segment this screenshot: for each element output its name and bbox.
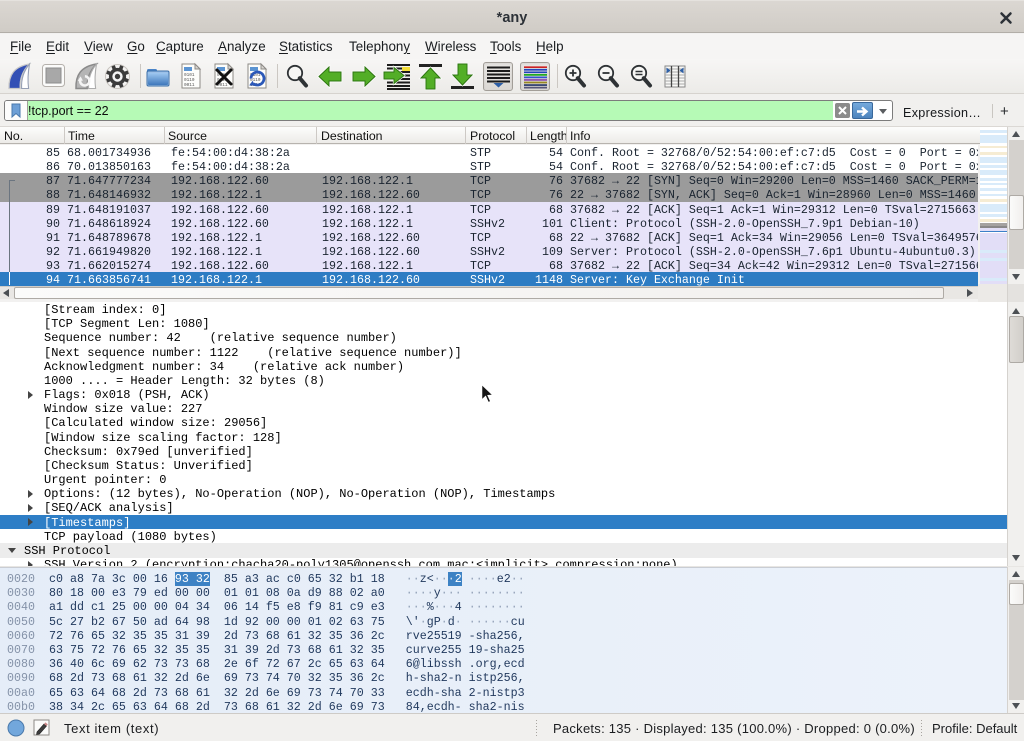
svg-text:0011: 0011 [184,83,195,88]
